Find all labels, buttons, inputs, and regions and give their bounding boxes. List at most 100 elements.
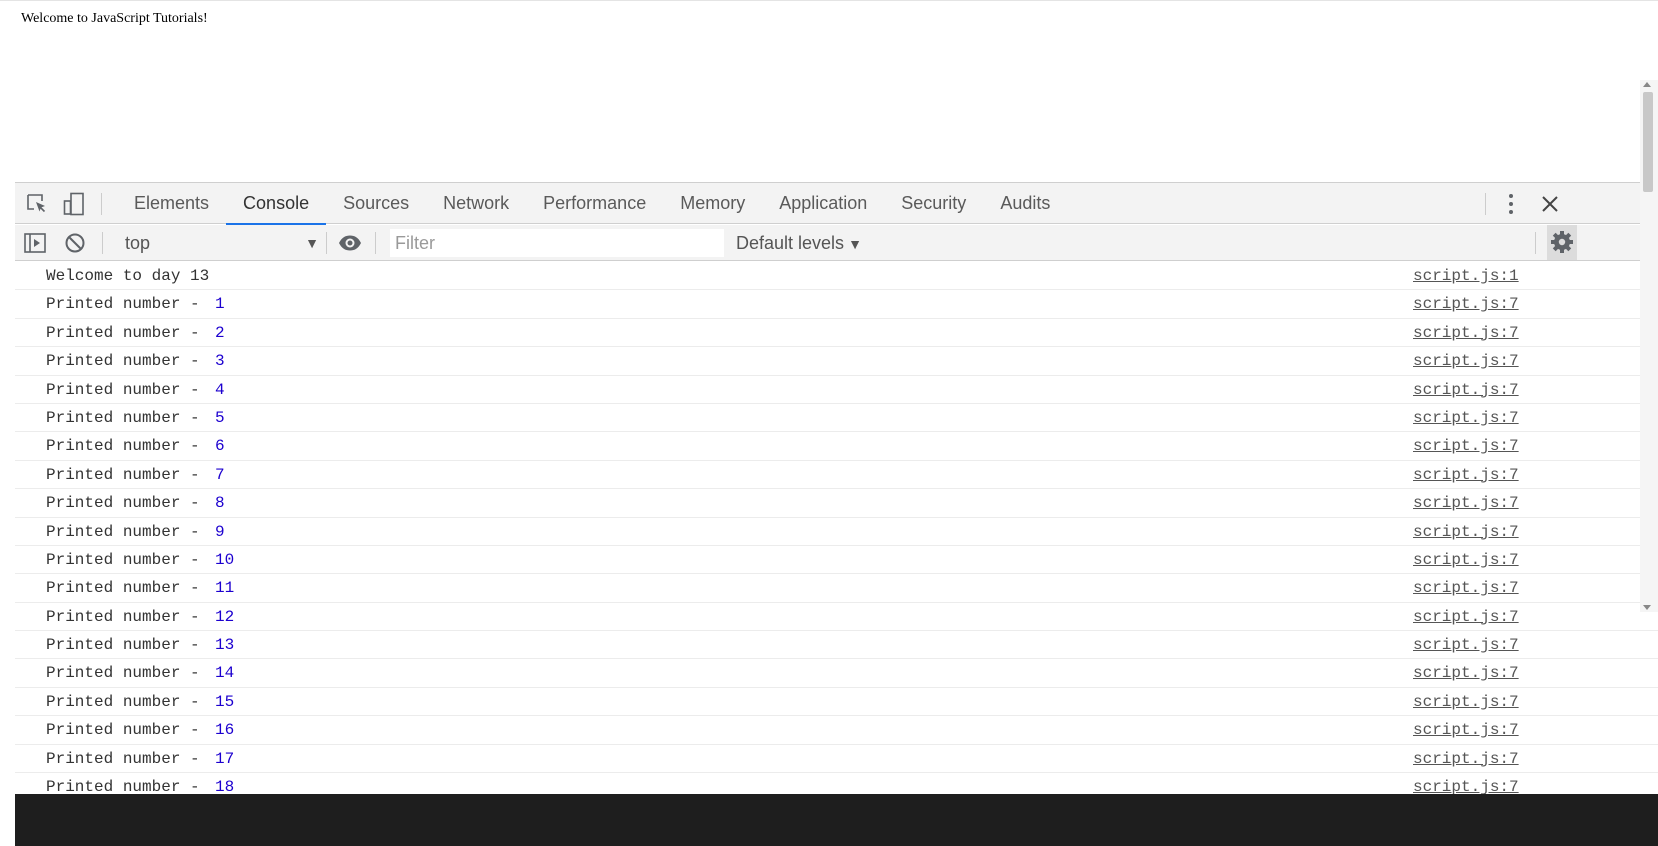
- console-message-text: Printed number -: [46, 636, 210, 655]
- console-message-source-link[interactable]: script.js:7: [1413, 404, 1519, 432]
- console-toolbar: top ▼ Default levels▼: [15, 225, 1658, 261]
- console-message: Printed number - 6 script.js:7: [15, 432, 1658, 461]
- console-message: Printed number - 13 script.js:7: [15, 631, 1658, 660]
- console-message: Printed number - 11 script.js:7: [15, 574, 1658, 603]
- console-message-source-link[interactable]: script.js:7: [1413, 347, 1519, 375]
- tabbar-separator-right: [1485, 193, 1486, 215]
- live-expression-eye-icon[interactable]: [338, 231, 362, 255]
- tab-memory[interactable]: Memory: [663, 183, 762, 225]
- console-message-text: Printed number -: [46, 607, 210, 626]
- console-message-text: Printed number -: [46, 664, 210, 683]
- console-message-text: Printed number -: [46, 295, 210, 314]
- console-message-source-link[interactable]: script.js:7: [1413, 518, 1519, 546]
- console-message-number: 9: [215, 522, 225, 541]
- page-body-text: Welcome to JavaScript Tutorials!: [21, 11, 208, 26]
- console-message: Printed number - 15 script.js:7: [15, 688, 1658, 717]
- console-message: Printed number - 7 script.js:7: [15, 461, 1658, 490]
- toolbar-separator: [326, 232, 327, 254]
- console-message-text: Printed number -: [46, 494, 210, 513]
- console-message-text: Printed number -: [46, 465, 210, 484]
- console-message-source-link[interactable]: script.js:7: [1413, 631, 1519, 659]
- console-message-number: 15: [215, 692, 235, 711]
- console-message: Printed number - 5 script.js:7: [15, 404, 1658, 433]
- console-message-source-link[interactable]: script.js:7: [1413, 546, 1519, 574]
- page-viewport: Welcome to JavaScript Tutorials!: [0, 0, 1658, 180]
- devtools-panel: Elements Console Sources Network Perform…: [15, 182, 1658, 846]
- console-message-number: 16: [215, 721, 235, 740]
- console-message-source-link[interactable]: script.js:7: [1413, 773, 1519, 794]
- console-message-source-link[interactable]: script.js:7: [1413, 659, 1519, 687]
- console-message-source-link[interactable]: script.js:7: [1413, 461, 1519, 489]
- console-message: Printed number - 2 script.js:7: [15, 319, 1658, 348]
- console-message-text: Printed number -: [46, 380, 210, 399]
- console-message-number: 7: [215, 465, 225, 484]
- console-message-number: 5: [215, 408, 225, 427]
- toolbar-separator: [102, 232, 103, 254]
- console-message-number: 3: [215, 352, 225, 371]
- console-sidebar-icon[interactable]: [23, 231, 47, 255]
- console-message-source-link[interactable]: script.js:1: [1413, 262, 1519, 290]
- dropdown-arrow-icon: ▼: [305, 235, 319, 251]
- console-message-text: Welcome to day 13: [46, 267, 210, 285]
- console-message-number: 11: [215, 579, 235, 598]
- console-message: Welcome to day 13 script.js:1: [15, 262, 1658, 291]
- console-message-text: Printed number -: [46, 323, 210, 342]
- console-message-source-link[interactable]: script.js:7: [1413, 432, 1519, 460]
- console-message-source-link[interactable]: script.js:7: [1413, 489, 1519, 517]
- gear-icon: [1550, 230, 1574, 254]
- tab-sources[interactable]: Sources: [326, 183, 426, 225]
- console-message-number: 12: [215, 607, 235, 626]
- tab-audits[interactable]: Audits: [983, 183, 1067, 225]
- dropdown-arrow-icon: ▼: [848, 236, 862, 252]
- scrollbar-thumb[interactable]: [1643, 92, 1653, 192]
- console-message-source-link[interactable]: script.js:7: [1413, 745, 1519, 773]
- console-message-source-link[interactable]: script.js:7: [1413, 376, 1519, 404]
- console-message-text: Printed number -: [46, 721, 210, 740]
- console-message-text: Printed number -: [46, 749, 210, 768]
- tab-performance[interactable]: Performance: [526, 183, 663, 225]
- toolbar-separator-right: [1535, 232, 1536, 254]
- console-message: Printed number - 3 script.js:7: [15, 347, 1658, 376]
- console-message-number: 8: [215, 494, 225, 513]
- tab-security[interactable]: Security: [884, 183, 983, 225]
- console-message-source-link[interactable]: script.js:7: [1413, 603, 1519, 631]
- context-selector[interactable]: top ▼: [119, 229, 325, 257]
- console-message-source-link[interactable]: script.js:7: [1413, 319, 1519, 347]
- console-message-number: 2: [215, 323, 225, 342]
- scroll-down-arrow-icon[interactable]: [1643, 605, 1651, 610]
- console-message-source-link[interactable]: script.js:7: [1413, 716, 1519, 744]
- console-message-text: Printed number -: [46, 550, 210, 569]
- console-message-source-link[interactable]: script.js:7: [1413, 688, 1519, 716]
- close-icon[interactable]: [1538, 192, 1562, 216]
- console-scrollbar[interactable]: [1640, 80, 1658, 612]
- console-message-source-link[interactable]: script.js:7: [1413, 574, 1519, 602]
- console-message: Printed number - 18 script.js:7: [15, 773, 1658, 794]
- clear-console-icon[interactable]: [63, 231, 87, 255]
- tab-application[interactable]: Application: [762, 183, 884, 225]
- console-message: Printed number - 8 script.js:7: [15, 489, 1658, 518]
- devtools-tabs: Elements Console Sources Network Perform…: [117, 183, 1067, 226]
- tab-elements[interactable]: Elements: [117, 183, 226, 225]
- tabbar-separator: [101, 193, 102, 215]
- log-levels-label: Default levels: [736, 233, 845, 253]
- console-message-number: 6: [215, 437, 225, 456]
- inspect-element-icon[interactable]: [25, 192, 49, 216]
- console-message-text: Printed number -: [46, 692, 210, 711]
- filter-input[interactable]: [390, 229, 724, 257]
- console-message: Printed number - 14 script.js:7: [15, 659, 1658, 688]
- bottom-drawer-bar: [15, 794, 1658, 846]
- console-message: Printed number - 16 script.js:7: [15, 716, 1658, 745]
- tab-console[interactable]: Console: [226, 183, 327, 226]
- console-message-number: 4: [215, 380, 225, 399]
- console-message: Printed number - 1 script.js:7: [15, 290, 1658, 319]
- tab-network[interactable]: Network: [426, 183, 526, 225]
- log-levels-dropdown[interactable]: Default levels ▼: [736, 229, 862, 257]
- devtools-tabbar: Elements Console Sources Network Perform…: [15, 182, 1658, 226]
- console-message-source-link[interactable]: script.js:7: [1413, 290, 1519, 318]
- kebab-menu-icon[interactable]: [1499, 192, 1523, 216]
- scroll-up-arrow-icon[interactable]: [1643, 82, 1651, 87]
- console-message: Printed number - 9 script.js:7: [15, 518, 1658, 546]
- device-toolbar-icon[interactable]: [62, 192, 86, 216]
- console-message-text: Printed number -: [46, 778, 210, 794]
- console-settings-button[interactable]: [1547, 225, 1577, 260]
